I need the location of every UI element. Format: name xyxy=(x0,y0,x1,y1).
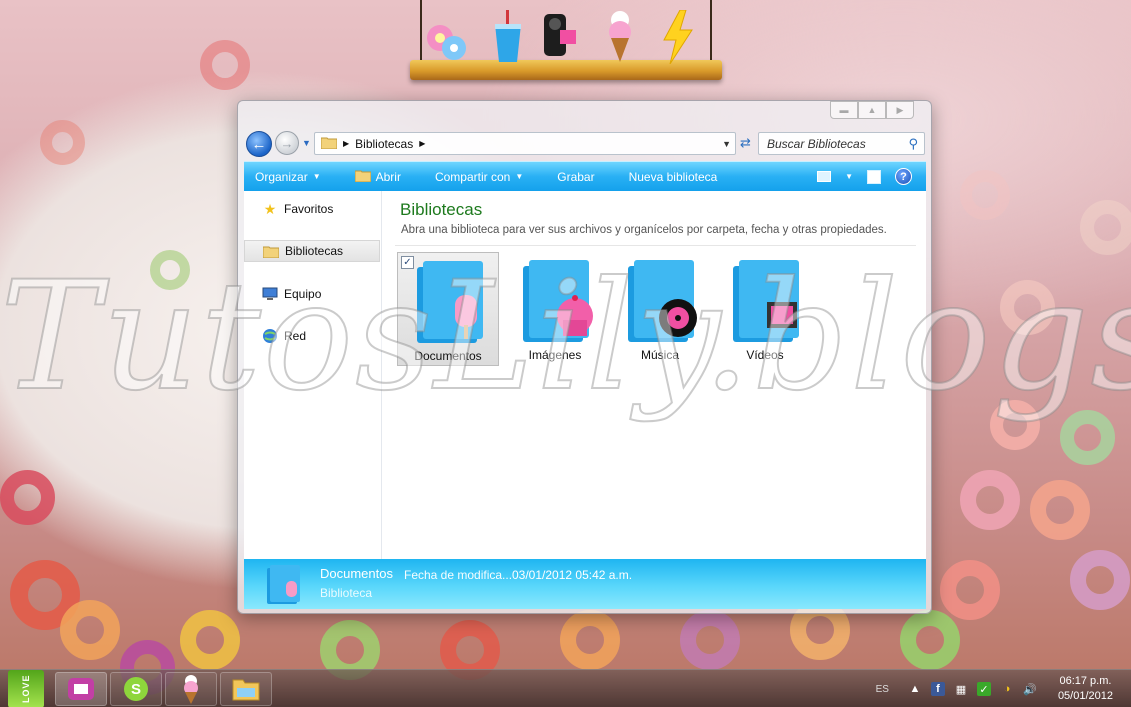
ice-cream-icon[interactable] xyxy=(598,8,642,64)
star-icon: ★ xyxy=(263,200,277,217)
library-label: Vídeos xyxy=(746,348,784,362)
search-placeholder: Buscar Bibliotecas xyxy=(767,136,866,151)
explorer-window: ▬ ▲ ▶ ← → ▼ ▶ Bibliotecas ▶ ▼ ⇄ Buscar B… xyxy=(237,100,932,614)
close-button[interactable]: ▶ xyxy=(886,101,914,119)
popsicle-folder-icon xyxy=(267,565,300,604)
start-button[interactable]: LOVE xyxy=(8,670,44,707)
address-dropdown-icon[interactable]: ▼ xyxy=(722,139,731,149)
library-label: Música xyxy=(640,348,679,362)
clock[interactable]: 06:17 p.m. 05/01/2012 xyxy=(1058,674,1113,704)
details-name: Documentos xyxy=(320,566,393,581)
volume-icon[interactable]: 🔊 xyxy=(1023,682,1037,696)
nav-item-label: Red xyxy=(284,329,307,343)
soda-cup-icon[interactable] xyxy=(486,8,530,64)
language-indicator[interactable]: ES xyxy=(876,684,889,695)
view-controls: ▼ ? xyxy=(817,168,926,185)
clock-time: 06:17 p.m. xyxy=(1059,675,1112,687)
svg-text:S: S xyxy=(131,681,141,698)
libraries-icon xyxy=(263,244,279,258)
search-icon[interactable]: ⚲ xyxy=(908,136,918,152)
caret-down-icon: ▼ xyxy=(515,172,524,181)
view-options-dropdown-icon[interactable]: ▼ xyxy=(845,172,853,181)
media-player-icon[interactable] xyxy=(55,672,107,706)
library-tile-musica[interactable]: Música xyxy=(609,252,711,366)
details-field-value: 03/01/2012 05:42 a.m. xyxy=(512,568,633,582)
back-button[interactable]: ← xyxy=(246,131,272,157)
library-view: Bibliotecas Abra una biblioteca para ver… xyxy=(383,191,926,559)
preview-pane-icon[interactable] xyxy=(867,169,881,184)
skype-icon[interactable]: S xyxy=(110,672,162,706)
computer-icon xyxy=(262,287,278,301)
network-status-icon[interactable]: ◑ xyxy=(1000,682,1014,696)
popsicle-folder-icon xyxy=(417,261,483,343)
camera-icon[interactable] xyxy=(538,8,582,64)
command-bar: Organizar ▼ Abrir Compartir con ▼ Grabar… xyxy=(244,161,926,191)
breadcrumb-item-bibliotecas[interactable]: Bibliotecas xyxy=(355,137,413,151)
new-library-label: Nueva biblioteca xyxy=(628,169,718,184)
divider xyxy=(395,245,916,246)
burn-label: Grabar xyxy=(557,169,595,184)
page-description: Abra una biblioteca para ver sus archivo… xyxy=(401,224,887,236)
cupcake-folder-icon xyxy=(523,260,593,342)
folder-icon xyxy=(320,136,338,152)
details-pane: Documentos Biblioteca Fecha de modifica.… xyxy=(244,559,926,609)
burn-button[interactable]: Grabar xyxy=(540,170,611,184)
new-library-button[interactable]: Nueva biblioteca xyxy=(612,170,735,184)
ice-cream-icon[interactable] xyxy=(165,672,217,706)
film-folder-icon xyxy=(733,260,799,342)
nav-item-label: Favoritos xyxy=(284,202,334,216)
library-tile-imagenes[interactable]: Imágenes xyxy=(504,252,606,366)
navigation-row: ← → ▼ ▶ Bibliotecas ▶ ▼ ⇄ Buscar Bibliot… xyxy=(246,131,925,157)
page-title: Bibliotecas xyxy=(400,200,483,219)
flowers-icon[interactable] xyxy=(424,8,468,64)
show-hidden-icons-icon[interactable]: ▲ xyxy=(908,682,922,696)
navigation-pane: ★ Favoritos Bibliotecas Equipo Red xyxy=(244,191,382,559)
address-bar[interactable]: ▶ Bibliotecas ▶ ▼ xyxy=(314,132,736,155)
open-folder-icon xyxy=(354,169,372,185)
library-tile-videos[interactable]: Vídeos xyxy=(714,252,816,366)
lightning-icon[interactable] xyxy=(656,8,700,64)
nav-item-equipo[interactable]: Equipo xyxy=(244,283,380,305)
help-icon[interactable]: ? xyxy=(895,168,912,185)
change-view-icon[interactable] xyxy=(817,171,832,182)
share-menu[interactable]: Compartir con ▼ xyxy=(418,170,540,184)
content-area: ★ Favoritos Bibliotecas Equipo Red Bibli… xyxy=(244,191,926,559)
explorer-icon[interactable] xyxy=(220,672,272,706)
organize-label: Organizar xyxy=(255,169,308,184)
signal-icon[interactable]: ▦ xyxy=(954,682,968,696)
shelf-dock xyxy=(410,0,722,82)
share-label: Compartir con xyxy=(434,169,511,184)
facebook-icon[interactable]: f xyxy=(930,682,945,696)
search-input[interactable]: Buscar Bibliotecas ⚲ xyxy=(758,132,925,155)
minimize-button[interactable]: ▬ xyxy=(830,101,858,119)
library-label: Documentos xyxy=(414,349,482,363)
security-icon[interactable]: ✓ xyxy=(976,682,991,696)
breadcrumb-separator-icon[interactable]: ▶ xyxy=(343,139,349,148)
nav-item-label: Bibliotecas xyxy=(285,244,344,258)
clock-date: 05/01/2012 xyxy=(1057,690,1113,702)
library-tile-documentos[interactable]: ✓ Documentos xyxy=(397,252,499,366)
recent-pages-dropdown[interactable]: ▼ xyxy=(302,138,311,148)
network-icon xyxy=(262,329,278,343)
refresh-icon[interactable]: ⇄ xyxy=(740,135,751,151)
library-label: Imágenes xyxy=(528,348,582,362)
breadcrumb-chevron-icon[interactable]: ▶ xyxy=(419,139,425,148)
system-tray: ES ▲ f ▦ ✓ ◑ 🔊 06:17 p.m. 05/01/2012 xyxy=(876,670,1131,707)
open-label: Abrir xyxy=(375,169,401,184)
organize-menu[interactable]: Organizar ▼ xyxy=(244,170,338,184)
music-folder-icon xyxy=(628,260,697,342)
taskbar: LOVE S ES ▲ f ▦ ✓ ◑ 🔊 06:17 p.m. 05/01/2… xyxy=(0,669,1131,707)
nav-item-red[interactable]: Red xyxy=(244,325,380,347)
caption-buttons: ▬ ▲ ▶ xyxy=(830,101,914,119)
nav-item-favoritos[interactable]: ★ Favoritos xyxy=(244,198,380,220)
forward-button[interactable]: → xyxy=(275,131,299,155)
open-button[interactable]: Abrir xyxy=(338,169,418,185)
nav-item-label: Equipo xyxy=(284,287,322,301)
details-type: Biblioteca xyxy=(320,586,373,600)
maximize-button[interactable]: ▲ xyxy=(858,101,886,119)
details-field-label: Fecha de modifica... xyxy=(404,568,513,582)
caret-down-icon: ▼ xyxy=(312,172,321,181)
nav-item-bibliotecas[interactable]: Bibliotecas xyxy=(244,240,380,262)
selection-checkbox[interactable]: ✓ xyxy=(401,256,414,269)
